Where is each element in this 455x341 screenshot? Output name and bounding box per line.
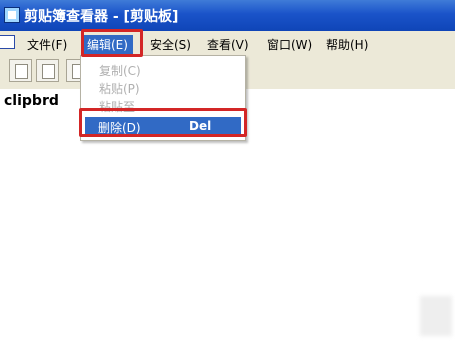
watermark-blur (420, 296, 452, 336)
edit-menu-highlight (81, 29, 143, 57)
window-title: 剪贴簿查看器 - [剪贴板] (24, 9, 179, 25)
menu-item-copy[interactable]: 复制(C) (99, 62, 141, 79)
toolbar-save-button[interactable] (36, 59, 59, 82)
system-menu-icon[interactable] (0, 35, 15, 49)
menu-item-paste[interactable]: 粘贴(P) (99, 80, 140, 97)
menu-file[interactable]: 文件(F) (27, 36, 67, 53)
document-icon (42, 64, 55, 79)
delete-item-highlight (79, 108, 247, 137)
menu-view[interactable]: 查看(V) (207, 36, 249, 53)
app-icon (4, 7, 20, 23)
toolbar-open-button[interactable] (9, 59, 32, 82)
menu-security[interactable]: 安全(S) (150, 36, 191, 53)
menu-help[interactable]: 帮助(H) (326, 36, 368, 53)
menu-window[interactable]: 窗口(W) (267, 36, 312, 53)
clipboard-text: clipbrd (4, 93, 59, 109)
document-icon (15, 64, 28, 79)
menu-bar: 文件(F) 编辑(E) 安全(S) 查看(V) 窗口(W) 帮助(H) (0, 31, 455, 56)
title-bar: 剪贴簿查看器 - [剪贴板] (0, 0, 455, 31)
